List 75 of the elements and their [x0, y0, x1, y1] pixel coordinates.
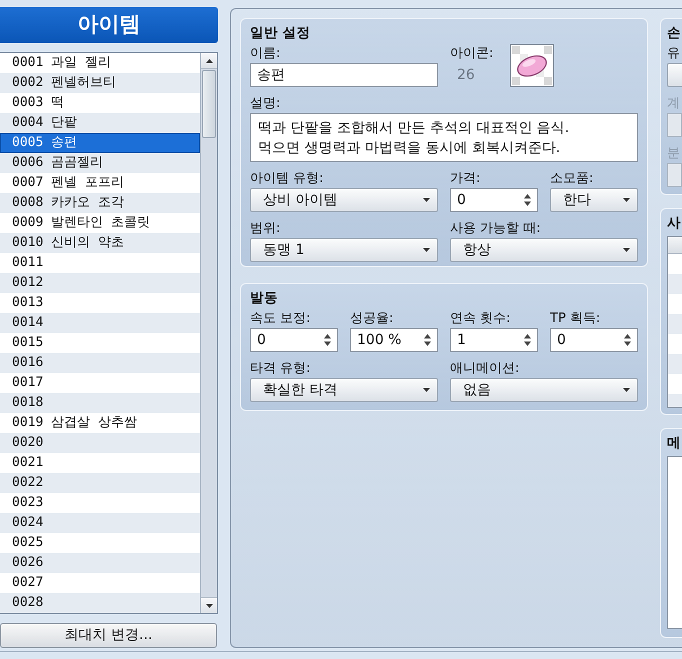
field-label: 사용 가능할 때:	[450, 221, 542, 238]
change-max-button[interactable]: 최대치 변경...	[0, 623, 217, 648]
panel-title: 손	[667, 24, 682, 43]
consumable-dropdown[interactable]: 한다	[550, 188, 638, 212]
caret-up-icon	[206, 58, 212, 62]
panel-title: 발동	[250, 289, 279, 308]
item-row[interactable]: 0004 단팥	[0, 113, 200, 133]
caret-down-icon	[206, 604, 212, 608]
occasion-dropdown[interactable]: 항상	[450, 238, 638, 262]
caret-icon	[423, 248, 430, 252]
item-row[interactable]: 0010 신비의 약초	[0, 233, 200, 253]
field-label: 성공율:	[350, 311, 394, 328]
caret-icon	[623, 388, 630, 392]
item-row[interactable]: 0002 펜넬허브티	[0, 73, 200, 93]
field-label: 이름:	[250, 46, 282, 63]
spin-field[interactable]: 0	[250, 328, 338, 352]
field-label: 가격:	[450, 171, 482, 188]
field-label: 아이콘:	[450, 46, 494, 63]
name-field[interactable]: 송편	[250, 63, 438, 87]
dropdown-field[interactable]: 없음	[450, 378, 638, 402]
dropdown-field[interactable]: 확실한 타격	[250, 378, 438, 402]
table-header	[668, 237, 682, 254]
spin-arrows-icon	[424, 334, 431, 346]
field-label: 속도 보정:	[250, 311, 312, 328]
item-row[interactable]: 0006 곰곰젤리	[0, 153, 200, 173]
field-label: 애니메이션:	[450, 361, 520, 378]
field-label: 아이템 유형:	[250, 171, 325, 188]
item-row[interactable]: 0005 송편	[0, 133, 200, 153]
spin-arrows-icon	[524, 194, 531, 206]
panel-title: 메	[667, 434, 682, 453]
memo-field[interactable]	[667, 456, 682, 629]
item-row[interactable]: 0020	[0, 433, 200, 453]
field-label: TP 획득:	[550, 311, 602, 328]
panel-title: 일반 설정	[250, 24, 312, 43]
item-row[interactable]: 0028	[0, 593, 200, 613]
spin-field[interactable]: 100 %	[350, 328, 438, 352]
caret-icon	[623, 248, 630, 252]
caret-icon	[423, 388, 430, 392]
field-label: 소모품:	[550, 171, 594, 188]
item-row[interactable]: 0024	[0, 513, 200, 533]
spin-arrows-icon	[524, 334, 531, 346]
field-label: 설명:	[250, 96, 282, 113]
description-field[interactable]: 떡과 단팥을 조합해서 만든 추석의 대표적인 음식. 먹으면 생명력과 마법력을 동시에 회복시켜준다.	[250, 113, 638, 162]
item-row[interactable]: 0012	[0, 273, 200, 293]
item-row[interactable]: 0008 카카오 조각	[0, 193, 200, 213]
field-label: 계	[667, 96, 681, 113]
spin-field[interactable]: 0	[550, 328, 638, 352]
item-row[interactable]: 0014	[0, 313, 200, 333]
item-row[interactable]: 0026	[0, 553, 200, 573]
price-spin-field[interactable]: 0	[450, 188, 538, 212]
icon-number: 26	[456, 66, 476, 85]
panel-title: 사	[667, 214, 682, 233]
field-label: 범위:	[250, 221, 282, 238]
icon-picker[interactable]	[510, 44, 554, 87]
scope-dropdown[interactable]: 동맹 1	[250, 238, 438, 262]
list-title: 아이템	[0, 7, 218, 43]
field-label: 타격 유형:	[250, 361, 312, 378]
table-field[interactable]	[667, 236, 682, 408]
caret-icon	[423, 198, 430, 202]
scroll-up-button[interactable]	[201, 53, 217, 69]
caret-icon	[623, 198, 630, 202]
spin-arrows-icon	[624, 334, 631, 346]
dropdown-field[interactable]	[667, 63, 682, 87]
item-row[interactable]: 0018	[0, 393, 200, 413]
item-type-dropdown[interactable]: 상비 아이템	[250, 188, 438, 212]
rice-cake-icon	[512, 46, 552, 85]
item-row[interactable]: 0016	[0, 353, 200, 373]
spin-field[interactable]: 1	[450, 328, 538, 352]
item-row[interactable]: 0022	[0, 473, 200, 493]
field-label: 연속 횟수:	[450, 311, 512, 328]
scrollbar-thumb[interactable]	[202, 70, 216, 138]
spin-arrows-icon	[324, 334, 331, 346]
scroll-down-button[interactable]	[201, 597, 217, 613]
field-label: 유	[667, 46, 681, 63]
scrollbar[interactable]	[200, 53, 217, 613]
